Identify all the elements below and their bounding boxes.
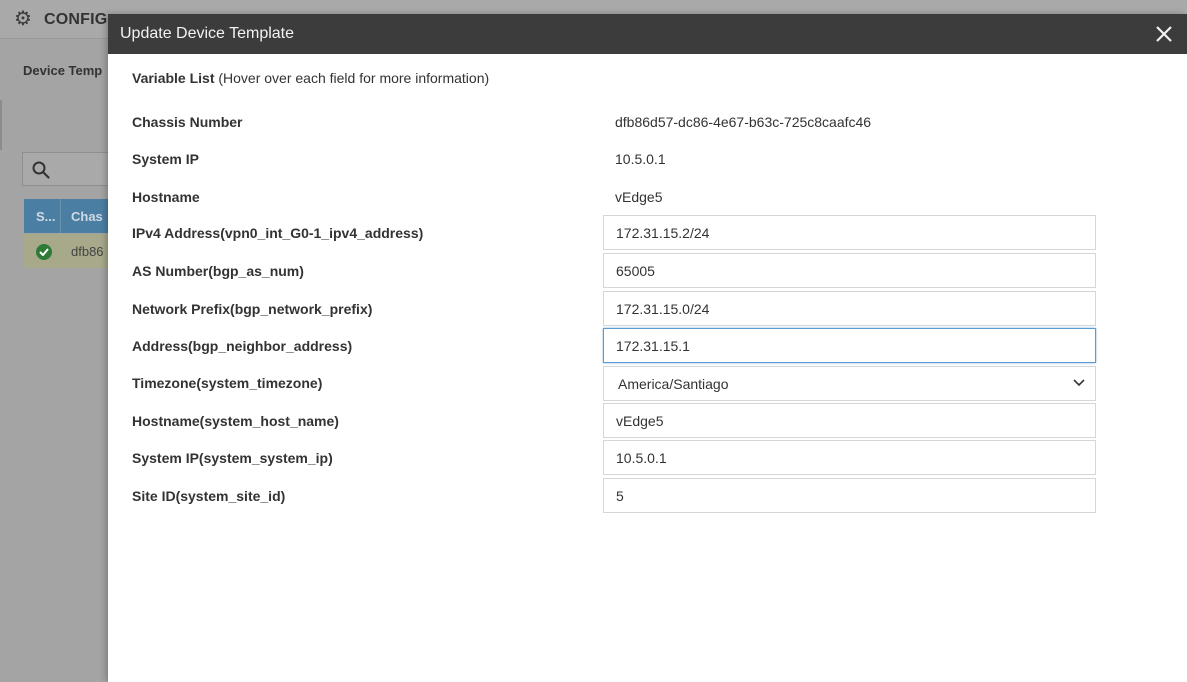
search-box[interactable] bbox=[22, 152, 122, 186]
chevron-down-icon bbox=[1073, 379, 1085, 387]
close-icon[interactable] bbox=[1153, 23, 1175, 45]
variable-list-title: Variable List bbox=[132, 70, 215, 86]
neighbor-address-input[interactable] bbox=[603, 328, 1096, 363]
network-prefix-label: Network Prefix(bgp_network_prefix) bbox=[132, 301, 373, 317]
as-number-label: AS Number(bgp_as_num) bbox=[132, 263, 304, 279]
chassis-cell: dfb86 bbox=[71, 244, 104, 259]
system-ip-value: 10.5.0.1 bbox=[615, 151, 666, 167]
column-header-status[interactable]: S... bbox=[36, 209, 56, 224]
gear-icon: ⚙ bbox=[14, 8, 32, 30]
variable-list-note: (Hover over each field for more informat… bbox=[214, 70, 490, 86]
timezone-label: Timezone(system_timezone) bbox=[132, 375, 323, 391]
update-device-template-dialog: Update Device Template Variable List (Ho… bbox=[108, 14, 1187, 682]
ipv4-address-input[interactable] bbox=[603, 215, 1096, 250]
variable-list-heading: Variable List (Hover over each field for… bbox=[132, 70, 489, 86]
network-prefix-input[interactable] bbox=[603, 291, 1096, 326]
timezone-select[interactable]: America/Santiago bbox=[603, 366, 1096, 401]
page-title: CONFIG bbox=[44, 11, 108, 28]
dialog-header: Update Device Template bbox=[108, 14, 1187, 54]
site-id-label: Site ID(system_site_id) bbox=[132, 488, 286, 504]
timezone-selected-value: America/Santiago bbox=[618, 376, 729, 392]
as-number-input[interactable] bbox=[603, 253, 1096, 288]
site-id-input[interactable] bbox=[603, 478, 1096, 513]
search-icon bbox=[32, 161, 50, 179]
host-name-input[interactable] bbox=[603, 403, 1096, 438]
neighbor-address-label: Address(bgp_neighbor_address) bbox=[132, 338, 353, 354]
column-header-chassis[interactable]: Chas bbox=[71, 209, 103, 224]
chassis-number-value: dfb86d57-dc86-4e67-b63c-725c8caafc46 bbox=[615, 114, 872, 130]
page-subtitle: Device Temp bbox=[23, 63, 103, 78]
hostname-label: Hostname bbox=[132, 189, 200, 205]
chassis-number-label: Chassis Number bbox=[132, 114, 243, 130]
side-strip bbox=[0, 100, 2, 150]
dialog-title: Update Device Template bbox=[120, 25, 295, 42]
system-ip-label: System IP bbox=[132, 151, 199, 167]
hostname-value: vEdge5 bbox=[615, 189, 663, 205]
check-circle-icon bbox=[36, 244, 52, 260]
system-system-ip-label: System IP(system_system_ip) bbox=[132, 450, 333, 466]
system-ip-input[interactable] bbox=[603, 440, 1096, 475]
column-divider bbox=[60, 199, 61, 233]
ipv4-address-label: IPv4 Address(vpn0_int_G0-1_ipv4_address) bbox=[132, 225, 424, 241]
host-name-label: Hostname(system_host_name) bbox=[132, 413, 339, 429]
